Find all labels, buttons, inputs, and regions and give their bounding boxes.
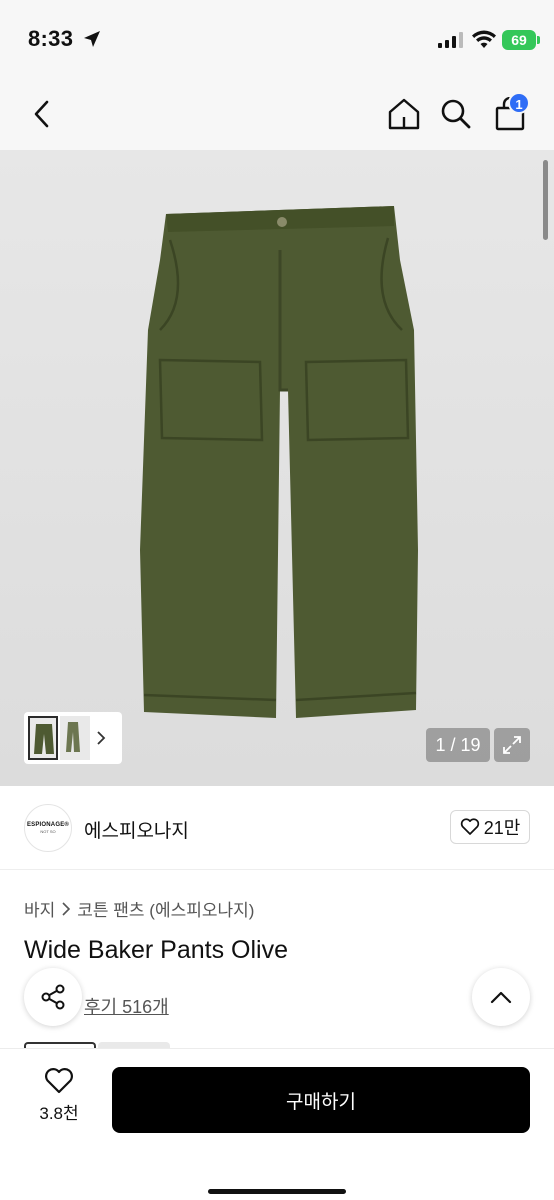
brand-name[interactable]: 에스피오나지 bbox=[84, 816, 189, 843]
scroll-indicator bbox=[543, 160, 548, 240]
wifi-icon bbox=[472, 30, 496, 48]
heart-icon bbox=[460, 818, 479, 835]
breadcrumb-item[interactable]: 바지 bbox=[24, 896, 55, 921]
home-icon bbox=[388, 98, 420, 130]
search-button[interactable] bbox=[434, 92, 478, 136]
thumbnail-next-button[interactable] bbox=[94, 728, 108, 748]
product-title: Wide Baker Pants Olive bbox=[24, 936, 288, 964]
brand-like-button[interactable]: 21만 bbox=[450, 810, 530, 844]
expand-icon bbox=[503, 736, 521, 754]
nav-header: 1 bbox=[0, 78, 554, 150]
brand-row: ESPIONAGE® NOT SO 에스피오나지 21만 bbox=[0, 786, 554, 870]
chevron-right-icon bbox=[62, 901, 71, 916]
product-image bbox=[140, 206, 418, 718]
status-time: 8:33 bbox=[28, 26, 74, 51]
brand-logo[interactable]: ESPIONAGE® NOT SO bbox=[24, 804, 72, 852]
review-count-link[interactable]: 후기 516개 bbox=[84, 993, 169, 1019]
product-image-gallery[interactable]: 1 / 19 bbox=[0, 150, 554, 786]
share-button[interactable] bbox=[24, 968, 82, 1026]
search-icon bbox=[441, 99, 471, 129]
chevron-up-icon bbox=[490, 991, 512, 1004]
home-indicator bbox=[208, 1189, 346, 1194]
home-button[interactable] bbox=[382, 92, 426, 136]
brand-logo-subtext: NOT SO bbox=[40, 829, 56, 834]
thumbnail-pants-image bbox=[66, 722, 80, 752]
chevron-left-icon bbox=[34, 100, 49, 128]
wishlist-button[interactable]: 3.8천 bbox=[20, 1067, 98, 1131]
cart-count-badge: 1 bbox=[508, 92, 530, 114]
back-button[interactable] bbox=[20, 92, 64, 136]
battery-indicator: 69 bbox=[502, 30, 540, 50]
heart-icon bbox=[45, 1068, 73, 1094]
thumbnail-pants-image bbox=[34, 724, 54, 754]
share-icon bbox=[41, 984, 65, 1010]
wishlist-count: 3.8천 bbox=[39, 1104, 79, 1123]
expand-image-button[interactable] bbox=[494, 728, 530, 762]
brand-like-count: 21만 bbox=[483, 818, 521, 838]
scroll-to-top-button[interactable] bbox=[472, 968, 530, 1026]
breadcrumb: 바지 코튼 팬츠 (에스피오나지) bbox=[24, 896, 254, 921]
chevron-right-icon bbox=[97, 731, 106, 745]
cellular-signal-icon bbox=[438, 32, 463, 48]
breadcrumb-item[interactable]: 코튼 팬츠 (에스피오나지) bbox=[77, 896, 254, 921]
location-arrow-icon bbox=[84, 31, 100, 47]
status-bar: 8:33 69 bbox=[0, 0, 554, 78]
thumbnail-selected[interactable] bbox=[28, 716, 58, 760]
brand-logo-text: ESPIONAGE® bbox=[26, 822, 70, 828]
thumbnail-strip[interactable] bbox=[24, 712, 122, 764]
buy-button[interactable]: 구매하기 bbox=[112, 1067, 530, 1133]
thumbnail[interactable] bbox=[60, 716, 90, 760]
image-page-counter: 1 / 19 bbox=[426, 728, 490, 762]
bottom-action-bar: 3.8천 구매하기 bbox=[0, 1048, 554, 1200]
